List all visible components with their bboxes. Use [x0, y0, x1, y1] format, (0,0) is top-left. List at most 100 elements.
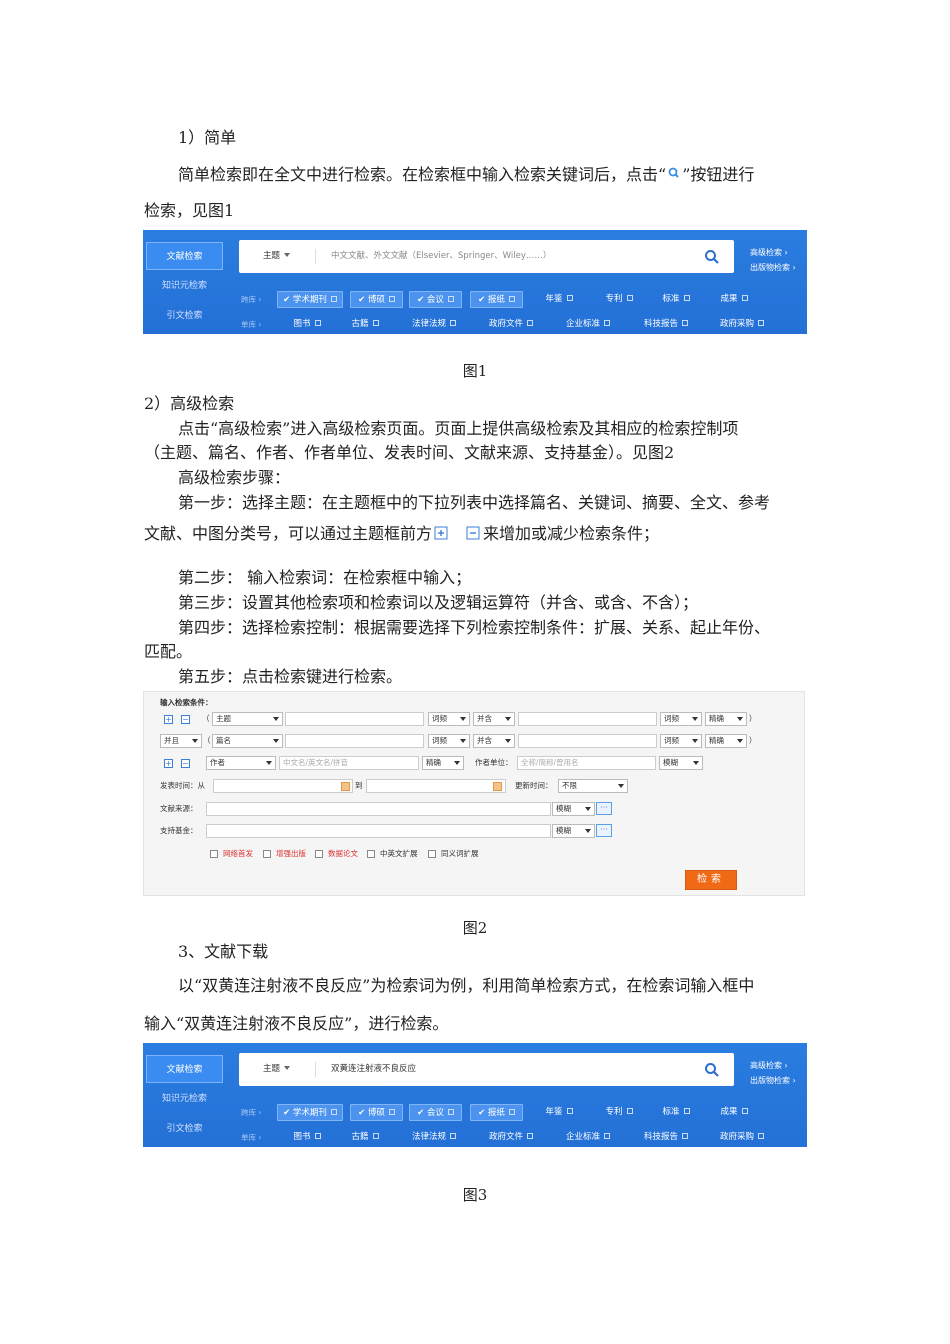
field-select[interactable]: 主题	[263, 1053, 290, 1086]
match-select[interactable]: 精确	[705, 712, 747, 726]
db-achievement[interactable]: 成果	[709, 1104, 759, 1121]
author-unit-input[interactable]: 全称/简称/曾用名	[517, 756, 656, 770]
match-select[interactable]: 精确	[705, 734, 747, 748]
db-newspaper[interactable]: ✔ 报纸	[470, 1104, 523, 1121]
calendar-icon[interactable]	[341, 782, 350, 791]
field-select[interactable]: 主题	[263, 240, 290, 273]
author-select[interactable]: 作者	[206, 756, 276, 770]
date-to-input[interactable]	[366, 779, 506, 793]
db-gov-docs[interactable]: 政府文件	[482, 316, 540, 333]
db-yearbook[interactable]: 年鉴	[534, 1104, 584, 1121]
db-law[interactable]: 法律法规	[405, 1129, 463, 1146]
paragraph-text: ”按钮进行	[682, 165, 755, 184]
unit-match-select[interactable]: 模糊	[659, 756, 703, 770]
update-time-select[interactable]: 不限	[558, 779, 628, 793]
term-input-2[interactable]	[518, 712, 657, 726]
fund-match-select[interactable]: 模糊	[552, 824, 595, 838]
tab-knowledge-search[interactable]: 知识元检索	[146, 1085, 223, 1113]
advanced-search-link[interactable]: 高级检索 ›	[750, 247, 788, 258]
db-patent[interactable]: 专利	[594, 1104, 644, 1121]
tab-citation-search[interactable]: 引文检索	[146, 302, 223, 330]
tab-literature-search[interactable]: 文献检索	[146, 242, 223, 270]
freq-select[interactable]: 词频	[428, 734, 470, 748]
publication-search-link[interactable]: 出版物检索 ›	[750, 262, 796, 273]
paragraph-download-line2: 输入“双黄连注射液不良反应”，进行检索。	[144, 1014, 449, 1033]
db-law[interactable]: 法律法规	[405, 316, 463, 333]
search-input[interactable]: 双黄连注射液不良反应	[331, 1053, 416, 1086]
steps-title: 高级检索步骤：	[178, 468, 291, 487]
author-match-select[interactable]: 精确	[422, 756, 464, 770]
fund-input[interactable]	[206, 824, 551, 838]
field-select-subject[interactable]: 主题	[212, 712, 283, 726]
add-condition-icon[interactable]: +	[164, 715, 173, 724]
source-match-select[interactable]: 模糊	[552, 802, 595, 816]
term-input-4[interactable]	[518, 734, 657, 748]
db-thesis[interactable]: ✔ 博硕	[350, 1104, 403, 1121]
remove-condition-icon[interactable]: −	[181, 715, 190, 724]
checkbox-enhanced[interactable]	[263, 850, 271, 858]
calendar-icon[interactable]	[493, 782, 502, 791]
tab-literature-search[interactable]: 文献检索	[146, 1055, 223, 1083]
db-thesis[interactable]: ✔ 博硕	[350, 291, 403, 308]
freq-select[interactable]: 词频	[428, 712, 470, 726]
add-condition-icon[interactable]: +	[164, 759, 173, 768]
db-journal[interactable]: ✔ 学术期刊	[277, 1104, 343, 1121]
db-enterprise-std[interactable]: 企业标准	[559, 1129, 617, 1146]
field-select-title[interactable]: 篇名	[212, 734, 283, 748]
publication-search-link[interactable]: 出版物检索 ›	[750, 1075, 796, 1086]
db-ancient[interactable]: 古籍	[345, 1129, 385, 1146]
paren: （	[202, 714, 210, 723]
source-input[interactable]	[206, 802, 551, 816]
tab-knowledge-search[interactable]: 知识元检索	[146, 272, 223, 300]
bool-select[interactable]: 并且	[160, 734, 202, 748]
pub-time-label: 发表时间：从	[160, 781, 205, 790]
db-tech-report[interactable]: 科技报告	[637, 1129, 695, 1146]
row-label: 跨库 ›	[241, 295, 262, 304]
search-box[interactable]: 主题 双黄连注射液不良反应	[239, 1053, 734, 1086]
db-conference[interactable]: ✔ 会议	[409, 291, 462, 308]
db-tech-report[interactable]: 科技报告	[637, 316, 695, 333]
freq-select[interactable]: 词频	[660, 712, 702, 726]
db-conference[interactable]: ✔ 会议	[409, 1104, 462, 1121]
checkbox-cn-en-ext[interactable]	[367, 850, 375, 858]
db-books[interactable]: 图书	[287, 316, 327, 333]
logic-select[interactable]: 并含	[473, 734, 515, 748]
freq-select[interactable]: 词频	[660, 734, 702, 748]
checkbox-online-first[interactable]	[210, 850, 218, 858]
advanced-search-link[interactable]: 高级检索 ›	[750, 1060, 788, 1071]
term-input-3[interactable]	[285, 734, 424, 748]
db-ancient[interactable]: 古籍	[345, 316, 385, 333]
db-standard[interactable]: 标准	[651, 1104, 701, 1121]
db-gov-procurement[interactable]: 政府采购	[713, 1129, 771, 1146]
check-label: 增强出版	[276, 849, 306, 858]
author-input[interactable]: 中文名/英文名/拼音	[279, 756, 419, 770]
search-icon[interactable]	[704, 1062, 720, 1078]
step4-line1: 第四步：选择检索控制：根据需要选择下列检索控制条件：扩展、关系、起止年份、	[178, 618, 771, 637]
checkbox-synonym-ext[interactable]	[428, 850, 436, 858]
db-gov-docs[interactable]: 政府文件	[482, 1129, 540, 1146]
db-patent[interactable]: 专利	[594, 291, 644, 308]
search-input[interactable]: 中文文献、外文文献（Elsevier、Springer、Wiley……）	[331, 240, 551, 273]
db-achievement[interactable]: 成果	[709, 291, 759, 308]
logic-select[interactable]: 并含	[473, 712, 515, 726]
search-button[interactable]: 检索	[685, 870, 737, 890]
tab-citation-search[interactable]: 引文检索	[146, 1115, 223, 1143]
checkbox-data-paper[interactable]	[315, 850, 323, 858]
db-books[interactable]: 图书	[287, 1129, 327, 1146]
term-input-1[interactable]	[285, 712, 424, 726]
more-options-icon[interactable]: ···	[596, 802, 612, 815]
db-yearbook[interactable]: 年鉴	[534, 291, 584, 308]
db-standard[interactable]: 标准	[651, 291, 701, 308]
section-heading-download: 3、文献下载	[178, 942, 269, 961]
search-box[interactable]: 主题 中文文献、外文文献（Elsevier、Springer、Wiley……）	[239, 240, 734, 273]
db-newspaper[interactable]: ✔ 报纸	[470, 291, 523, 308]
db-enterprise-std[interactable]: 企业标准	[559, 316, 617, 333]
more-options-icon[interactable]: ···	[596, 824, 612, 837]
search-icon	[666, 166, 682, 186]
remove-condition-icon[interactable]: −	[181, 759, 190, 768]
date-from-input[interactable]	[213, 779, 353, 793]
search-icon[interactable]	[704, 249, 720, 265]
db-journal[interactable]: ✔ 学术期刊	[277, 291, 343, 308]
step1-line2: 文献、中图分类号，可以通过主题框前方 来增加或减少检索条件；	[144, 524, 659, 545]
db-gov-procurement[interactable]: 政府采购	[713, 316, 771, 333]
